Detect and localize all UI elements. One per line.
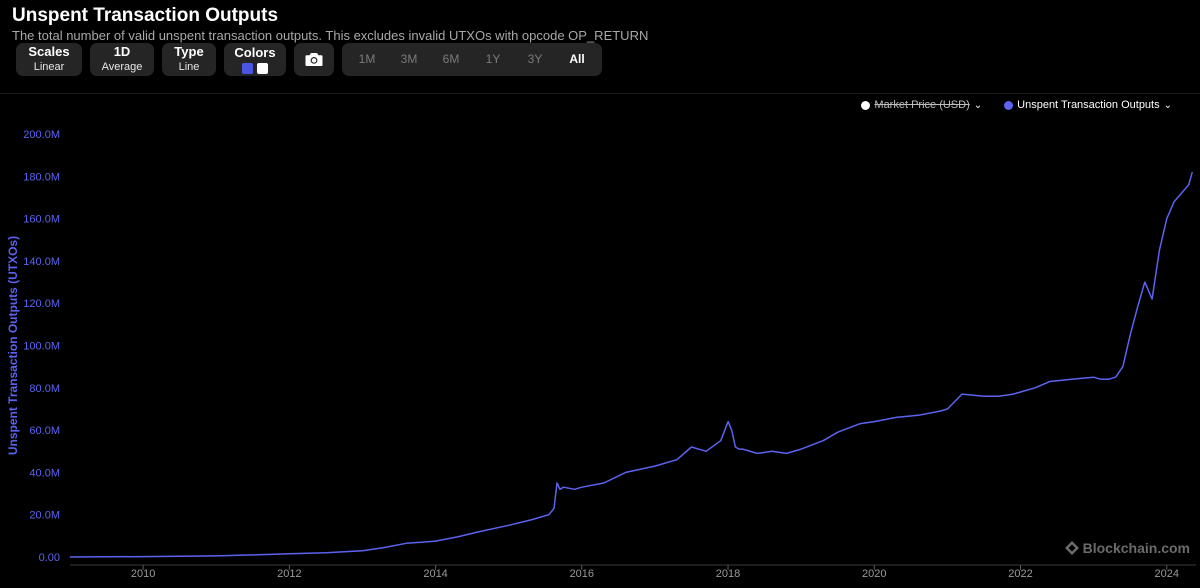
x-tick-label: 2014 xyxy=(423,568,447,580)
blockchain-logo-icon xyxy=(1064,541,1079,555)
legend-item-market-price[interactable]: Market Price (USD) ⌄ xyxy=(861,99,982,111)
x-tick-label: 2018 xyxy=(716,568,740,580)
x-tick-label: 2012 xyxy=(277,568,301,580)
legend-label-market-price: Market Price (USD) xyxy=(874,99,970,111)
y-tick-label: 200.0M xyxy=(23,129,60,141)
watermark-text: Blockchain.com xyxy=(1082,540,1190,556)
x-tick-label: 2020 xyxy=(862,568,886,580)
y-axis-label: Unspent Transaction Outputs (UTXOs) xyxy=(6,236,20,455)
y-tick-label: 80.0M xyxy=(29,383,60,395)
legend-item-utxo[interactable]: Unspent Transaction Outputs ⌄ xyxy=(1004,99,1172,111)
y-tick-label: 40.0M xyxy=(29,467,60,479)
chevron-down-icon[interactable]: ⌄ xyxy=(1164,100,1172,111)
y-tick-label: 120.0M xyxy=(23,298,60,310)
y-tick-label: 180.0M xyxy=(23,171,60,183)
legend-label-utxo: Unspent Transaction Outputs xyxy=(1017,99,1160,111)
market-price-dot xyxy=(861,100,871,110)
y-tick-label: 0.00 xyxy=(39,552,60,564)
y-tick-label: 100.0M xyxy=(23,341,60,353)
y-tick-label: 60.0M xyxy=(29,425,60,437)
x-tick-label: 2024 xyxy=(1155,568,1179,580)
y-tick-label: 140.0M xyxy=(23,256,60,268)
blockchain-watermark: Blockchain.com xyxy=(1064,540,1190,556)
x-tick-label: 2016 xyxy=(570,568,594,580)
chart-legend: Market Price (USD) ⌄ Unspent Transaction… xyxy=(861,99,1172,111)
series-line-utxo xyxy=(69,171,1194,558)
utxo-dot xyxy=(1004,100,1014,110)
y-tick-label: 160.0M xyxy=(23,214,60,226)
y-tick-label: 20.0M xyxy=(29,510,60,522)
utxo-line-chart: 0.00 20.0M 40.0M 60.0M 80.0M 100.0M 120.0M 140.… xyxy=(6,129,1196,580)
chevron-down-icon[interactable]: ⌄ xyxy=(974,100,982,111)
x-tick-label: 2022 xyxy=(1008,568,1032,580)
x-tick-label: 2010 xyxy=(131,568,155,580)
